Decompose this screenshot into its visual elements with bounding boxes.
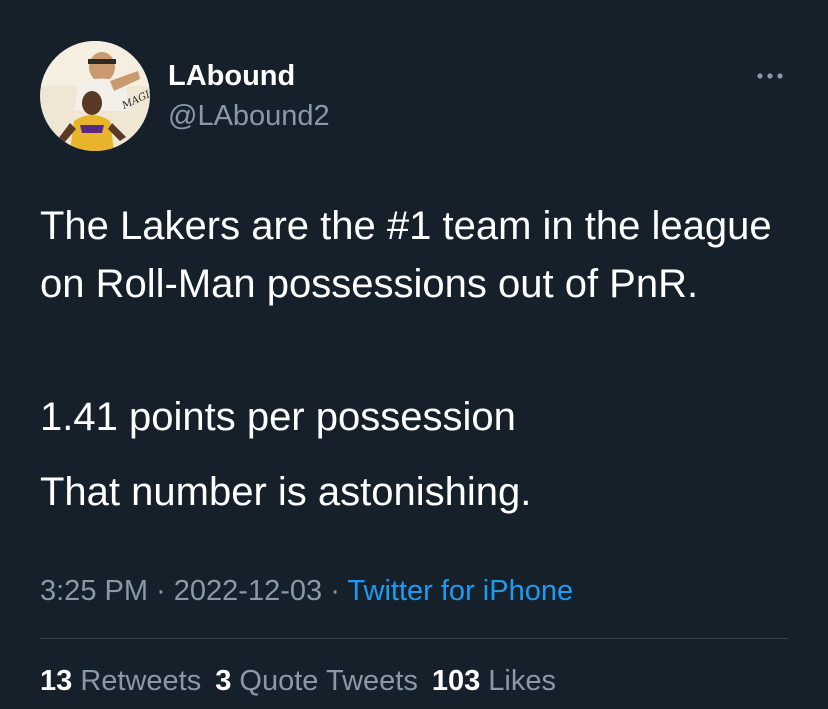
tweet-card: MAGIC LAbound @LAbound2 The Lakers are t… [0, 0, 828, 709]
divider [40, 638, 788, 639]
quote-tweets-count: 3 [215, 665, 232, 697]
likes-stat[interactable]: 103 Likes [432, 663, 556, 699]
display-name[interactable]: LAbound [168, 58, 295, 94]
tweet-text-paragraph: The Lakers are the #1 team in the league… [40, 204, 772, 306]
avatar[interactable]: MAGIC [40, 41, 150, 151]
tweet-date[interactable]: 2022-12-03 [174, 575, 322, 607]
tweet-time[interactable]: 3:25 PM [40, 575, 148, 607]
likes-count: 103 [431, 665, 481, 697]
avatar-image: MAGIC [40, 41, 150, 151]
likes-label: Likes [488, 665, 556, 697]
meta-separator: · [330, 575, 340, 607]
engagement-stats: 13 Retweets 3 Quote Tweets 103 Likes [40, 663, 570, 699]
retweets-stat[interactable]: 13 Retweets [40, 663, 201, 699]
tweet-text-paragraph: That number is astonishing. [40, 470, 532, 514]
tweet-source-link[interactable]: Twitter for iPhone [347, 575, 573, 607]
retweets-label: Retweets [80, 665, 202, 697]
quote-tweets-label: Quote Tweets [239, 665, 418, 697]
tweet-metadata: 3:25 PM · 2022-12-03 · Twitter for iPhon… [40, 572, 573, 610]
user-handle[interactable]: @LAbound2 [168, 98, 330, 134]
retweets-count: 13 [40, 665, 73, 697]
more-options-button[interactable] [752, 64, 788, 88]
quote-tweets-stat[interactable]: 3 Quote Tweets [215, 663, 418, 699]
meta-separator: · [156, 575, 166, 607]
tweet-text-paragraph: 1.41 points per possession [40, 395, 516, 439]
more-horizontal-icon [757, 73, 783, 79]
